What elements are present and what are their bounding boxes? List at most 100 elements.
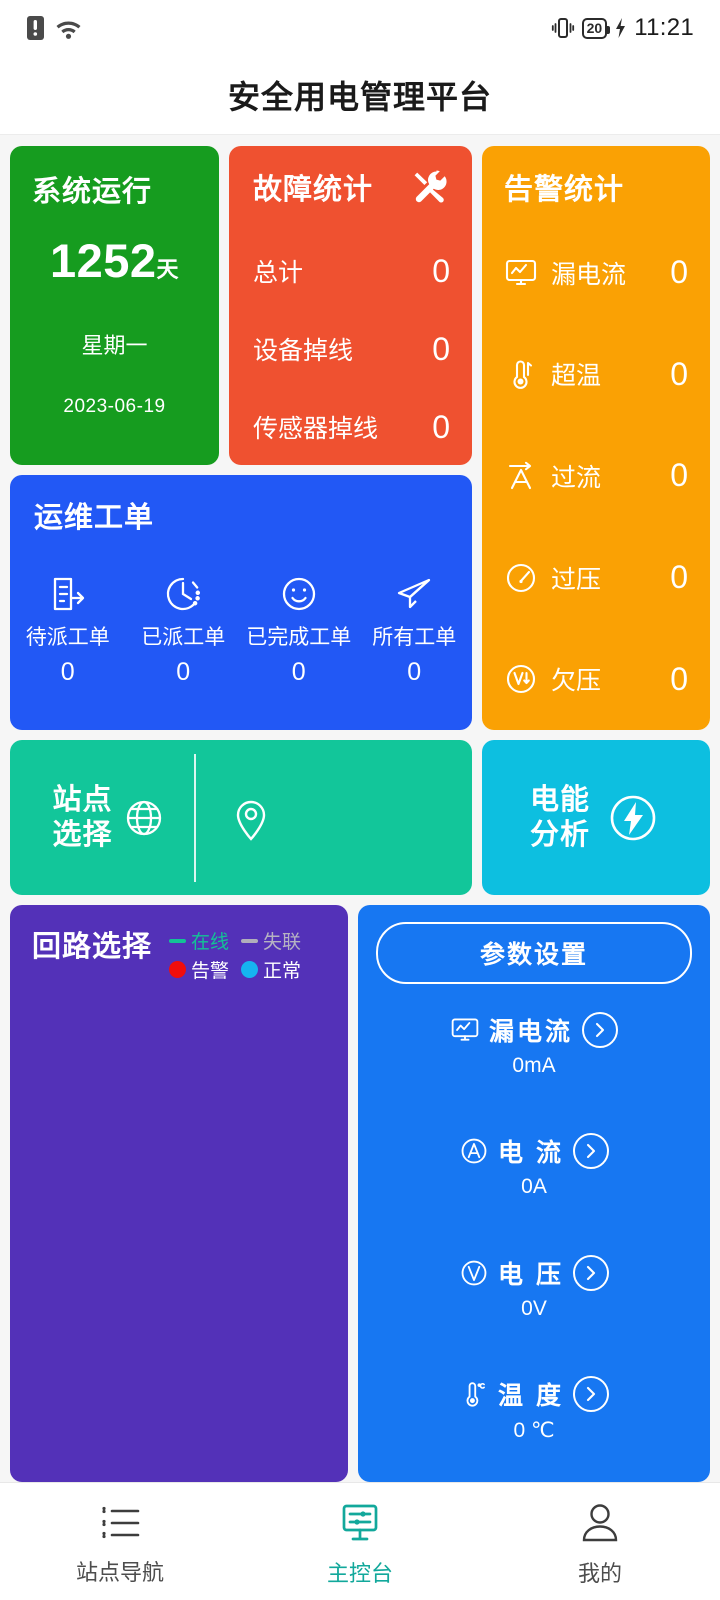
legend-item-normal: 正常 bbox=[241, 956, 301, 983]
work-order-item[interactable]: 已完成工单 0 bbox=[241, 574, 357, 687]
nav-item-site-navigation[interactable]: 站点导航 bbox=[0, 1503, 240, 1587]
parameter-label: 温 度 bbox=[498, 1381, 564, 1410]
legend-label-normal: 正常 bbox=[263, 961, 302, 982]
system-weekday: 星期一 bbox=[81, 333, 148, 358]
work-order-card[interactable]: 运维工单 待派工单 0 已派工单 0 已完成工单 0 所有工单 0 bbox=[10, 475, 472, 730]
fault-card-header: 故障统计 bbox=[253, 166, 450, 208]
fault-row[interactable]: 设备掉线 0 bbox=[253, 310, 450, 388]
bottom-navigation: 站点导航 主控台 我的 bbox=[0, 1482, 720, 1600]
legend-dot-alarm bbox=[169, 961, 187, 978]
work-order-value: 0 bbox=[176, 658, 191, 686]
system-days-value: 1252 bbox=[49, 234, 157, 287]
list-icon bbox=[98, 1503, 142, 1543]
parameter-row[interactable]: 电 流 0A bbox=[376, 1106, 692, 1228]
alarm-row[interactable]: 漏电流 0 bbox=[504, 222, 688, 324]
volt-circle-icon bbox=[459, 1258, 489, 1288]
work-order-item[interactable]: 所有工单 0 bbox=[357, 574, 473, 687]
system-running-card[interactable]: 系统运行 1252天 星期一 2023-06-19 bbox=[10, 146, 219, 465]
clock-dashed-icon bbox=[163, 574, 203, 614]
loop-select-card[interactable]: 回路选择 在线 失联 告警 正常 bbox=[10, 905, 348, 1482]
parameter-value: 0 ℃ bbox=[513, 1418, 555, 1442]
alarm-card-title: 告警统计 bbox=[504, 174, 625, 206]
work-card-title: 运维工单 bbox=[34, 502, 155, 534]
person-icon bbox=[579, 1502, 621, 1544]
monitor-wave-icon bbox=[450, 1015, 480, 1045]
alarm-label: 过流 bbox=[551, 463, 602, 492]
site-select-card[interactable]: 站点 选择 bbox=[10, 740, 472, 895]
legend-label-alarm: 告警 bbox=[191, 961, 230, 982]
content-row-bottom: 回路选择 在线 失联 告警 正常 参数设置 漏电流 0mA 电 流 0A 电 压… bbox=[10, 905, 710, 1482]
nav-item-profile[interactable]: 我的 bbox=[480, 1502, 720, 1588]
parameter-row[interactable]: 电 压 0V bbox=[376, 1227, 692, 1349]
alarm-row[interactable]: 过压 0 bbox=[504, 527, 688, 629]
parameter-row[interactable]: 温 度 0 ℃ bbox=[376, 1349, 692, 1471]
site-select-title: 站点 选择 bbox=[52, 783, 112, 851]
globe-icon bbox=[122, 796, 166, 840]
alarm-row[interactable]: 过流 0 bbox=[504, 425, 688, 527]
loop-legend-row: 在线 失联 bbox=[169, 927, 301, 954]
smiley-icon bbox=[279, 574, 319, 614]
system-days-unit: 天 bbox=[156, 257, 180, 282]
system-date: 2023-06-19 bbox=[63, 396, 166, 417]
parameter-row-line: 电 流 bbox=[459, 1133, 609, 1170]
alarm-row[interactable]: 欠压 0 bbox=[504, 628, 688, 730]
loop-legend-row: 告警 正常 bbox=[169, 956, 301, 983]
work-order-label: 已派工单 bbox=[141, 626, 226, 649]
app-header: 安全用电管理平台 bbox=[0, 56, 720, 135]
chevron-right-icon[interactable] bbox=[582, 1011, 618, 1048]
legend-item-offline: 失联 bbox=[241, 927, 301, 954]
parameter-value: 0mA bbox=[512, 1053, 556, 1077]
fault-row[interactable]: 传感器掉线 0 bbox=[253, 388, 450, 465]
wifi-icon bbox=[54, 16, 83, 40]
chevron-right-icon[interactable] bbox=[572, 1133, 609, 1170]
site-location-area[interactable] bbox=[200, 795, 472, 841]
energy-analysis-card[interactable]: 电能 分析 bbox=[482, 740, 710, 895]
parameter-settings-button[interactable]: 参数设置 bbox=[376, 922, 692, 984]
alarm-value: 0 bbox=[670, 457, 688, 494]
nav-label: 主控台 bbox=[326, 1560, 393, 1586]
work-order-item[interactable]: 已派工单 0 bbox=[126, 574, 242, 687]
page-title: 安全用电管理平台 bbox=[227, 79, 492, 115]
parameter-label: 漏电流 bbox=[488, 1017, 573, 1046]
ampere-circle-icon bbox=[459, 1136, 489, 1166]
system-card-title: 系统运行 bbox=[32, 176, 153, 208]
legend-item-alarm: 告警 bbox=[169, 956, 229, 983]
parameter-row-line: 电 压 bbox=[459, 1254, 609, 1291]
fault-row[interactable]: 总计 0 bbox=[253, 232, 450, 310]
loop-legend: 在线 失联 告警 正常 bbox=[169, 927, 301, 983]
parameter-row[interactable]: 漏电流 0mA bbox=[376, 984, 692, 1106]
parameter-card[interactable]: 参数设置 漏电流 0mA 电 流 0A 电 压 0V 温 度 0 ℃ bbox=[358, 905, 710, 1482]
work-order-label: 所有工单 bbox=[372, 626, 457, 649]
alarm-value: 0 bbox=[670, 559, 688, 596]
work-order-value: 0 bbox=[291, 658, 306, 686]
parameter-row-line: 温 度 bbox=[459, 1375, 609, 1412]
alarm-value: 0 bbox=[670, 355, 688, 392]
chevron-right-icon[interactable] bbox=[572, 1254, 609, 1291]
loop-header: 回路选择 在线 失联 告警 正常 bbox=[32, 923, 348, 983]
alarm-label: 超温 bbox=[551, 362, 602, 391]
work-order-value: 0 bbox=[407, 658, 422, 686]
chevron-right-icon[interactable] bbox=[572, 1375, 609, 1412]
fault-label: 设备掉线 bbox=[253, 337, 354, 365]
battery-level: 20 bbox=[586, 20, 603, 36]
charging-bolt-icon bbox=[614, 17, 627, 39]
battery-icon: 20 bbox=[581, 17, 610, 39]
energy-title: 电能 分析 bbox=[530, 783, 590, 853]
site-title-line1: 站点 bbox=[52, 784, 113, 817]
legend-dot-normal bbox=[241, 961, 259, 978]
work-order-label: 待派工单 bbox=[25, 626, 110, 649]
nav-label: 我的 bbox=[577, 1560, 622, 1586]
alarm-stats-card[interactable]: 告警统计 漏电流 0 超温 0 过流 0 过压 0 欠压 0 bbox=[482, 146, 710, 730]
legend-dash-online bbox=[169, 938, 187, 943]
fault-value: 0 bbox=[432, 252, 450, 289]
alarm-row[interactable]: 超温 0 bbox=[504, 324, 688, 426]
left-column: 系统运行 1252天 星期一 2023-06-19 故障统计 总计 0 设备掉线… bbox=[10, 146, 472, 730]
status-bar-left bbox=[26, 15, 83, 41]
fault-stats-card[interactable]: 故障统计 总计 0 设备掉线 0 传感器掉线 0 bbox=[229, 146, 472, 465]
work-order-item[interactable]: 待派工单 0 bbox=[10, 574, 126, 687]
site-select-label-group[interactable]: 站点 选择 bbox=[10, 783, 190, 851]
vibrate-icon bbox=[551, 16, 575, 40]
energy-title-line1: 电能 bbox=[529, 783, 590, 816]
content-row-top: 系统运行 1252天 星期一 2023-06-19 故障统计 总计 0 设备掉线… bbox=[10, 146, 710, 730]
nav-item-console[interactable]: 主控台 bbox=[240, 1502, 480, 1588]
